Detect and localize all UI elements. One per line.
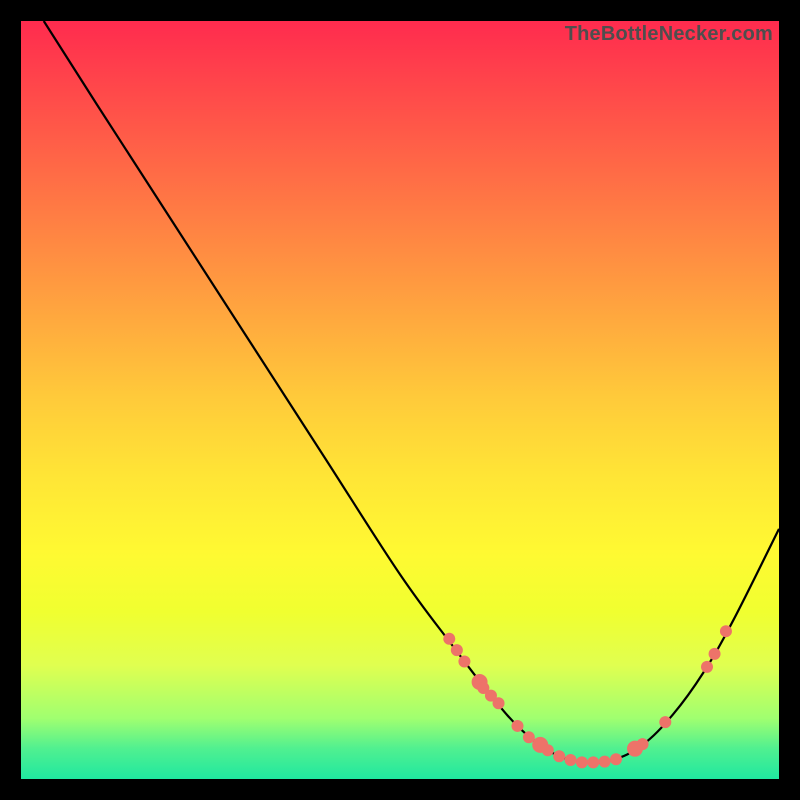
chart-plot-area: TheBottleNecker.com: [21, 21, 779, 779]
marker-dot: [701, 661, 713, 673]
marker-dot: [542, 744, 554, 756]
marker-dot: [637, 738, 649, 750]
curve-line: [44, 21, 779, 763]
marker-dot: [511, 720, 523, 732]
marker-dot: [659, 716, 671, 728]
marker-dot: [451, 644, 463, 656]
marker-dot: [576, 756, 588, 768]
markers-group: [443, 625, 732, 768]
marker-dot: [565, 754, 577, 766]
marker-dot: [599, 756, 611, 768]
marker-dot: [493, 697, 505, 709]
marker-dot: [587, 756, 599, 768]
marker-dot: [709, 648, 721, 660]
marker-dot: [610, 753, 622, 765]
marker-dot: [443, 633, 455, 645]
chart-svg: [21, 21, 779, 779]
marker-dot: [553, 750, 565, 762]
marker-dot: [458, 656, 470, 668]
marker-dot: [720, 625, 732, 637]
